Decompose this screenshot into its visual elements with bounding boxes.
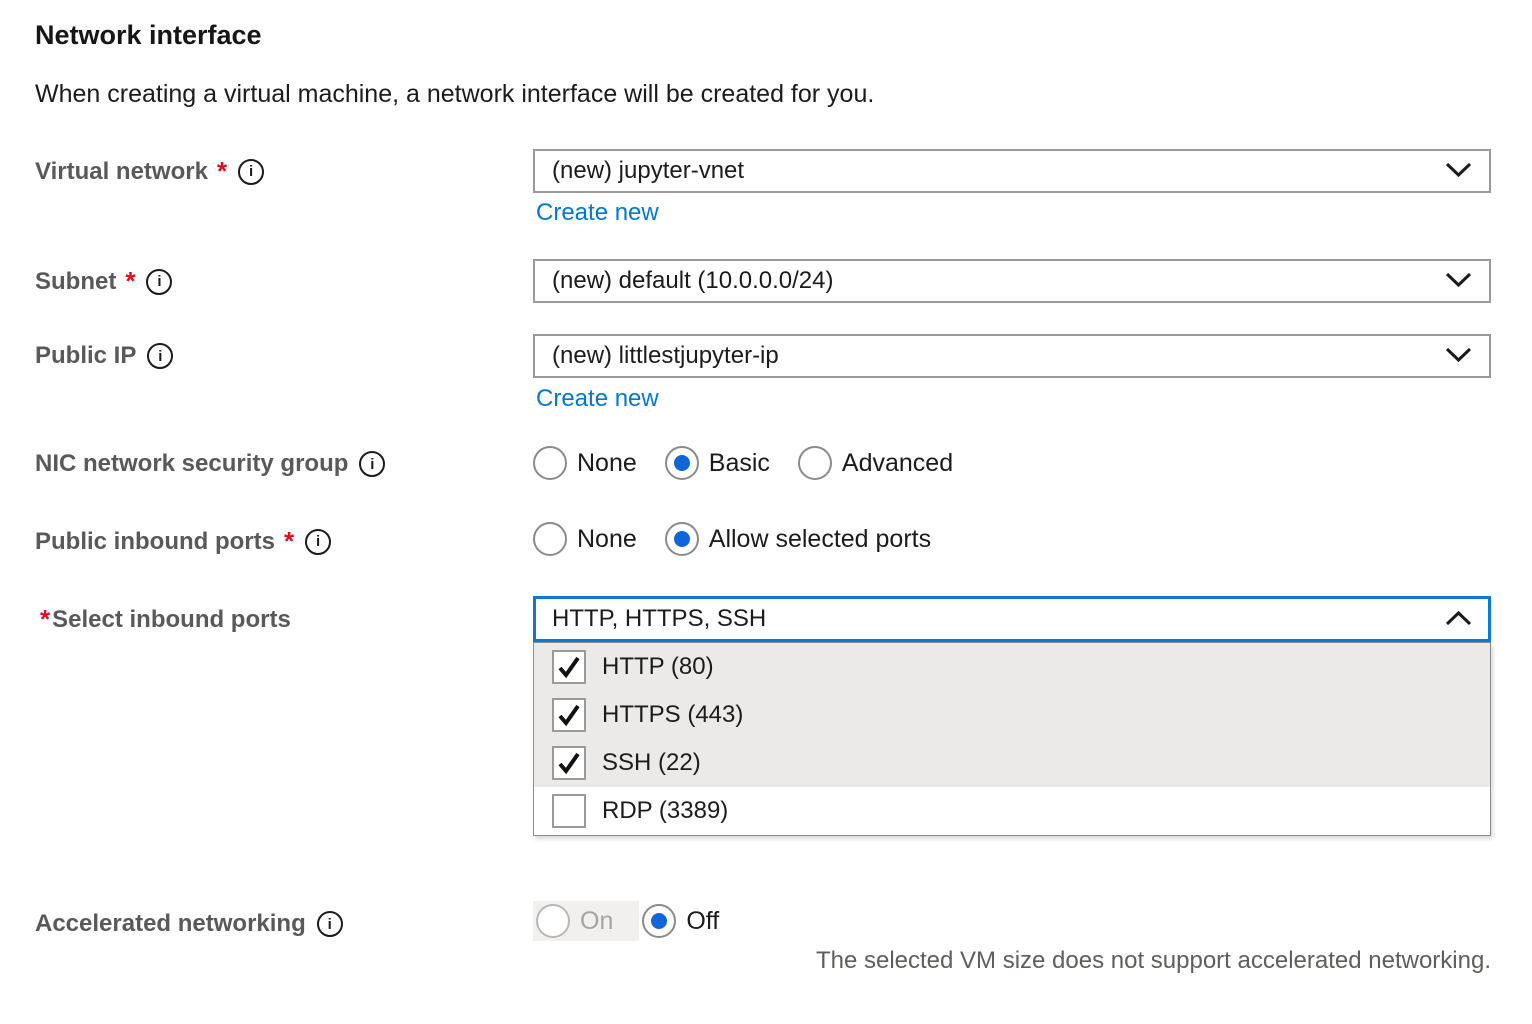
accelerated-networking-radio-group: On Off [533,901,747,941]
radio-icon[interactable] [798,446,832,480]
radio-icon[interactable] [533,522,567,556]
checkbox-icon[interactable] [552,650,586,684]
info-icon[interactable]: i [317,911,343,937]
nic-nsg-option-none[interactable]: None [533,446,637,480]
required-asterisk: * [125,266,135,297]
radio-icon[interactable] [642,904,676,938]
public-ip-label: Public IP i [35,342,173,370]
select-inbound-ports-listbox: HTTP (80) HTTPS (443) SSH (22) RDP (3389… [533,642,1491,836]
accelerated-networking-note: The selected VM size does not support ac… [816,947,1491,975]
list-item-https[interactable]: HTTPS (443) [534,691,1490,739]
info-icon[interactable]: i [359,451,385,477]
list-item-http[interactable]: HTTP (80) [534,643,1490,691]
radio-icon[interactable] [665,446,699,480]
virtual-network-dropdown[interactable]: (new) jupyter-vnet [533,149,1491,193]
accelerated-option-off[interactable]: Off [642,904,719,938]
info-icon[interactable]: i [305,529,331,555]
checkbox-icon[interactable] [552,794,586,828]
required-asterisk: * [40,604,50,635]
subnet-label: Subnet * i [35,266,172,297]
page-title: Network interface [35,20,262,51]
public-ip-value: (new) littlestjupyter-ip [552,342,779,370]
list-item-rdp[interactable]: RDP (3389) [534,787,1490,835]
nic-nsg-label: NIC network security group i [35,450,385,478]
info-icon[interactable]: i [146,269,172,295]
required-asterisk: * [284,526,294,557]
page-description: When creating a virtual machine, a netwo… [35,80,874,109]
chevron-down-icon [1445,157,1472,185]
list-item-ssh[interactable]: SSH (22) [534,739,1490,787]
subnet-value: (new) default (10.0.0.0/24) [552,267,834,295]
radio-icon[interactable] [533,446,567,480]
nic-nsg-option-basic[interactable]: Basic [665,446,770,480]
public-inbound-ports-label: Public inbound ports * i [35,526,331,557]
required-asterisk: * [217,156,227,187]
virtual-network-create-new-link[interactable]: Create new [536,199,659,227]
public-ip-create-new-link[interactable]: Create new [536,385,659,413]
chevron-up-icon [1445,605,1472,633]
chevron-down-icon [1445,342,1472,370]
nic-nsg-option-advanced[interactable]: Advanced [798,446,953,480]
accelerated-option-on: On [536,904,613,938]
accelerated-networking-label: Accelerated networking i [35,910,343,938]
checkbox-icon[interactable] [552,698,586,732]
virtual-network-label: Virtual network * i [35,156,264,187]
accelerated-on-wrapper: On [533,901,639,941]
info-icon[interactable]: i [147,343,173,369]
virtual-network-value: (new) jupyter-vnet [552,157,744,185]
checkbox-icon[interactable] [552,746,586,780]
nic-nsg-radio-group: None Basic Advanced [533,446,981,480]
select-inbound-ports-combobox[interactable]: HTTP, HTTPS, SSH [533,596,1491,642]
select-inbound-ports-value: HTTP, HTTPS, SSH [552,605,766,633]
info-icon[interactable]: i [238,159,264,185]
select-inbound-ports-label: * Select inbound ports [40,604,291,635]
subnet-dropdown[interactable]: (new) default (10.0.0.0/24) [533,259,1491,303]
public-ip-dropdown[interactable]: (new) littlestjupyter-ip [533,334,1491,378]
radio-icon[interactable] [665,522,699,556]
public-inbound-ports-option-none[interactable]: None [533,522,637,556]
radio-icon [536,904,570,938]
public-inbound-ports-radio-group: None Allow selected ports [533,522,959,556]
chevron-down-icon [1445,267,1472,295]
public-inbound-ports-option-allow[interactable]: Allow selected ports [665,522,931,556]
